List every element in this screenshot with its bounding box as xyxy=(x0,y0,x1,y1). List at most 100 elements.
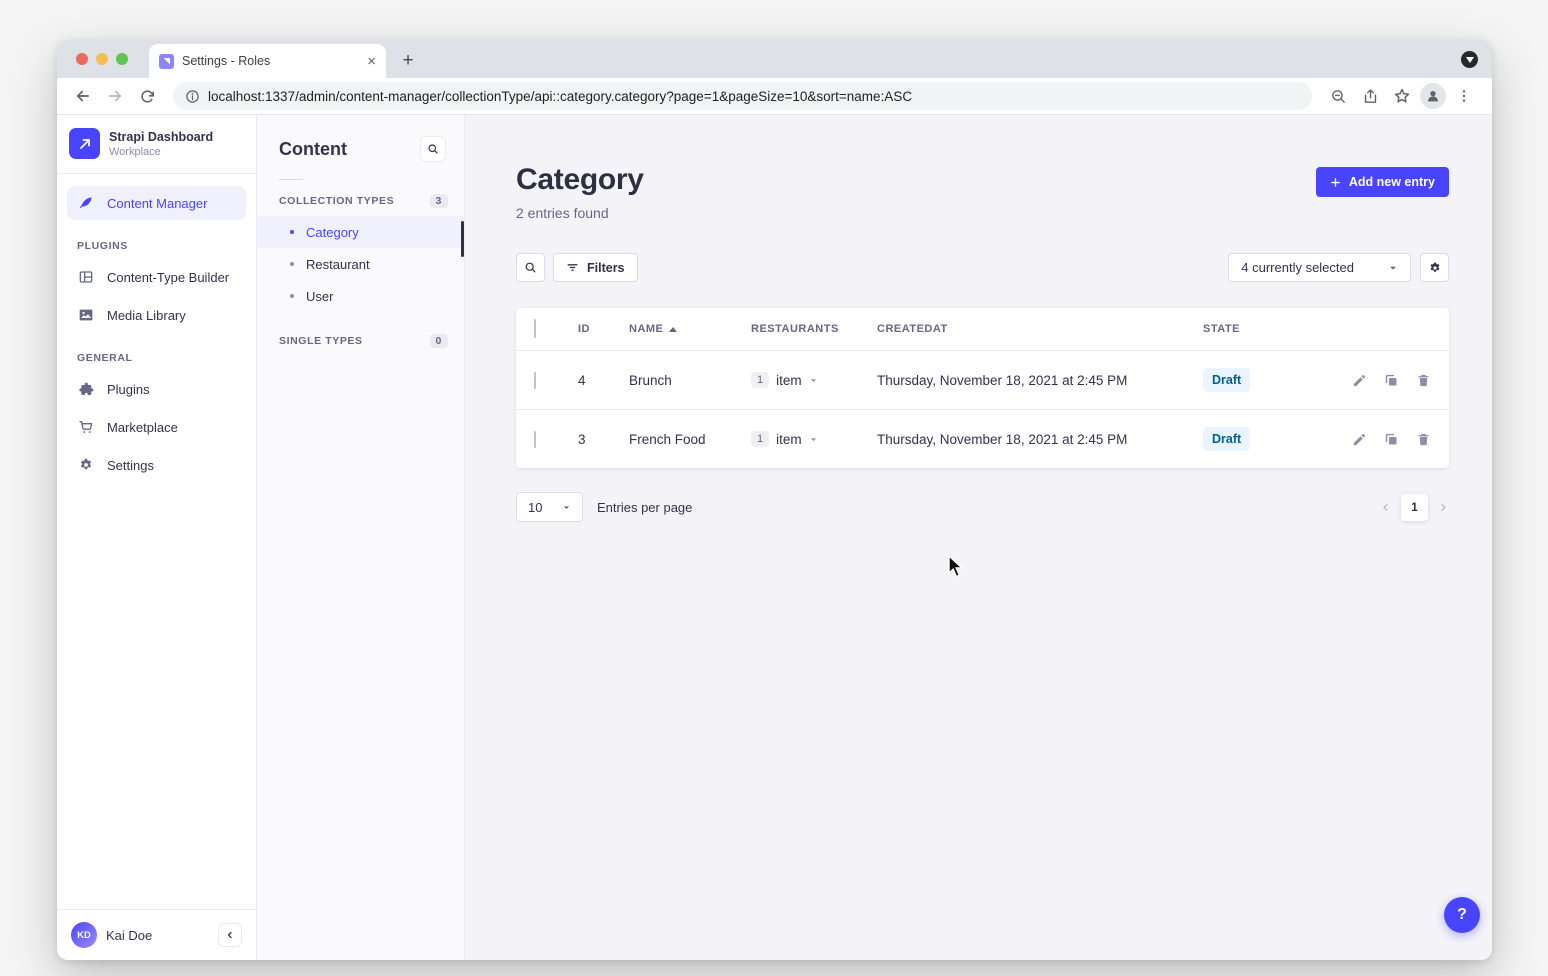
shopping-cart-icon xyxy=(77,418,95,436)
minimize-window-button[interactable] xyxy=(96,53,108,65)
duplicate-button[interactable] xyxy=(1384,432,1399,447)
page-size-select[interactable]: 10 xyxy=(516,492,583,522)
url-text[interactable]: localhost:1337/admin/content-manager/col… xyxy=(208,89,912,104)
sidebar-item-media-library[interactable]: Media Library xyxy=(67,298,246,332)
current-page-button[interactable]: 1 xyxy=(1401,494,1428,521)
state-badge: Draft xyxy=(1203,427,1250,451)
help-button[interactable]: ? xyxy=(1444,897,1480,933)
sidebar-item-plugins[interactable]: Plugins xyxy=(67,372,246,406)
subnav-item-label: User xyxy=(306,289,333,304)
bullet-icon xyxy=(290,262,294,266)
bullet-icon xyxy=(290,294,294,298)
cell-id: 3 xyxy=(578,432,629,447)
cell-restaurants[interactable]: 1 item xyxy=(751,372,877,388)
previous-page-button[interactable] xyxy=(1380,502,1391,513)
puzzle-icon xyxy=(77,380,95,398)
table-header-row: ID NAME RESTAURANTS CREATEDAT STATE xyxy=(516,308,1449,350)
filter-icon xyxy=(566,261,579,274)
next-page-button[interactable] xyxy=(1438,502,1449,513)
trash-icon xyxy=(1416,373,1431,388)
back-button[interactable] xyxy=(69,82,97,110)
column-header-id[interactable]: ID xyxy=(578,323,629,335)
browser-menu-icon[interactable] xyxy=(1450,82,1478,110)
bookmark-star-icon[interactable] xyxy=(1388,82,1416,110)
table-row[interactable]: 4 Brunch 1 item Thursday, November 18, 2… xyxy=(516,350,1449,409)
cell-name: French Food xyxy=(629,432,751,447)
sidebar-item-label: Plugins xyxy=(107,382,150,397)
collapse-sidebar-button[interactable] xyxy=(218,923,242,947)
column-header-createdat[interactable]: CREATEDAT xyxy=(877,323,1203,335)
search-icon xyxy=(524,261,537,274)
row-checkbox[interactable] xyxy=(534,372,536,389)
row-checkbox[interactable] xyxy=(534,431,536,448)
zoom-window-button[interactable] xyxy=(116,53,128,65)
browser-profile-avatar[interactable] xyxy=(1420,83,1446,109)
workspace-name: Workplace xyxy=(109,146,213,158)
duplicate-icon xyxy=(1384,373,1399,388)
cell-id: 4 xyxy=(578,373,629,388)
duplicate-button[interactable] xyxy=(1384,373,1399,388)
sidebar-item-content-type-builder[interactable]: Content-Type Builder xyxy=(67,260,246,294)
subnav-item-category[interactable]: Category xyxy=(257,216,464,248)
close-window-button[interactable] xyxy=(76,53,88,65)
cell-restaurants[interactable]: 1 item xyxy=(751,431,877,447)
relation-count-badge: 1 xyxy=(751,431,769,447)
subnav-search-button[interactable] xyxy=(420,136,446,162)
new-tab-button[interactable]: + xyxy=(394,47,422,75)
subnav-scrollbar[interactable] xyxy=(461,221,464,257)
column-header-state[interactable]: STATE xyxy=(1203,323,1335,335)
browser-tab[interactable]: Settings - Roles × xyxy=(149,44,386,78)
edit-button[interactable] xyxy=(1352,373,1367,388)
sidebar-item-label: Content Manager xyxy=(107,196,207,211)
column-header-name[interactable]: NAME xyxy=(629,323,751,335)
tab-strip: Settings - Roles × + xyxy=(57,40,1492,78)
delete-button[interactable] xyxy=(1416,432,1431,447)
tab-title: Settings - Roles xyxy=(182,54,359,68)
pagination: 10 Entries per page 1 xyxy=(516,492,1449,522)
fields-select[interactable]: 4 currently selected xyxy=(1228,253,1411,282)
relation-count-badge: 1 xyxy=(751,372,769,388)
delete-button[interactable] xyxy=(1416,373,1431,388)
mouse-cursor xyxy=(947,555,967,579)
tab-close-icon[interactable]: × xyxy=(367,54,376,69)
window-controls xyxy=(76,53,128,65)
reload-button[interactable] xyxy=(133,82,161,110)
sidebar-item-label: Media Library xyxy=(107,308,186,323)
layout-builder-icon xyxy=(77,268,95,286)
share-icon[interactable] xyxy=(1356,82,1384,110)
state-badge: Draft xyxy=(1203,368,1250,392)
subnav-item-user[interactable]: User xyxy=(257,280,464,312)
zoom-out-page-icon[interactable] xyxy=(1324,82,1352,110)
select-all-checkbox[interactable] xyxy=(534,319,536,338)
sidebar-item-content-manager[interactable]: Content Manager xyxy=(67,186,246,220)
url-bar[interactable]: localhost:1337/admin/content-manager/col… xyxy=(173,82,1312,110)
add-new-entry-button[interactable]: Add new entry xyxy=(1316,167,1449,197)
edit-button[interactable] xyxy=(1352,432,1367,447)
page-title: Category xyxy=(516,163,644,197)
app-name: Strapi Dashboard xyxy=(109,130,213,144)
pencil-icon xyxy=(1352,373,1367,388)
sidebar-item-settings[interactable]: Settings xyxy=(67,448,246,482)
column-header-restaurants[interactable]: RESTAURANTS xyxy=(751,323,877,335)
group-single-types: SINGLE TYPES 0 xyxy=(257,334,464,348)
forward-button[interactable] xyxy=(101,82,129,110)
browser-toolbar: localhost:1337/admin/content-manager/col… xyxy=(57,78,1492,115)
feather-pen-icon xyxy=(77,194,95,212)
sidebar-item-marketplace[interactable]: Marketplace xyxy=(67,410,246,444)
view-settings-button[interactable] xyxy=(1420,253,1449,282)
divider xyxy=(57,173,256,174)
filters-button[interactable]: Filters xyxy=(553,253,638,282)
divider xyxy=(279,179,303,180)
chevron-down-icon xyxy=(809,435,818,444)
screen-record-indicator-icon xyxy=(1461,51,1478,68)
chevron-down-icon xyxy=(1388,263,1398,273)
table-search-button[interactable] xyxy=(516,253,545,282)
table-row[interactable]: 3 French Food 1 item Thursday, November … xyxy=(516,409,1449,468)
section-label-general: GENERAL xyxy=(77,352,236,364)
section-label-plugins: PLUGINS xyxy=(77,240,236,252)
site-info-icon[interactable] xyxy=(185,89,200,104)
subnav-item-restaurant[interactable]: Restaurant xyxy=(257,248,464,280)
gear-icon xyxy=(1428,261,1442,275)
plus-icon xyxy=(1330,177,1341,188)
sidebar-item-label: Settings xyxy=(107,458,154,473)
